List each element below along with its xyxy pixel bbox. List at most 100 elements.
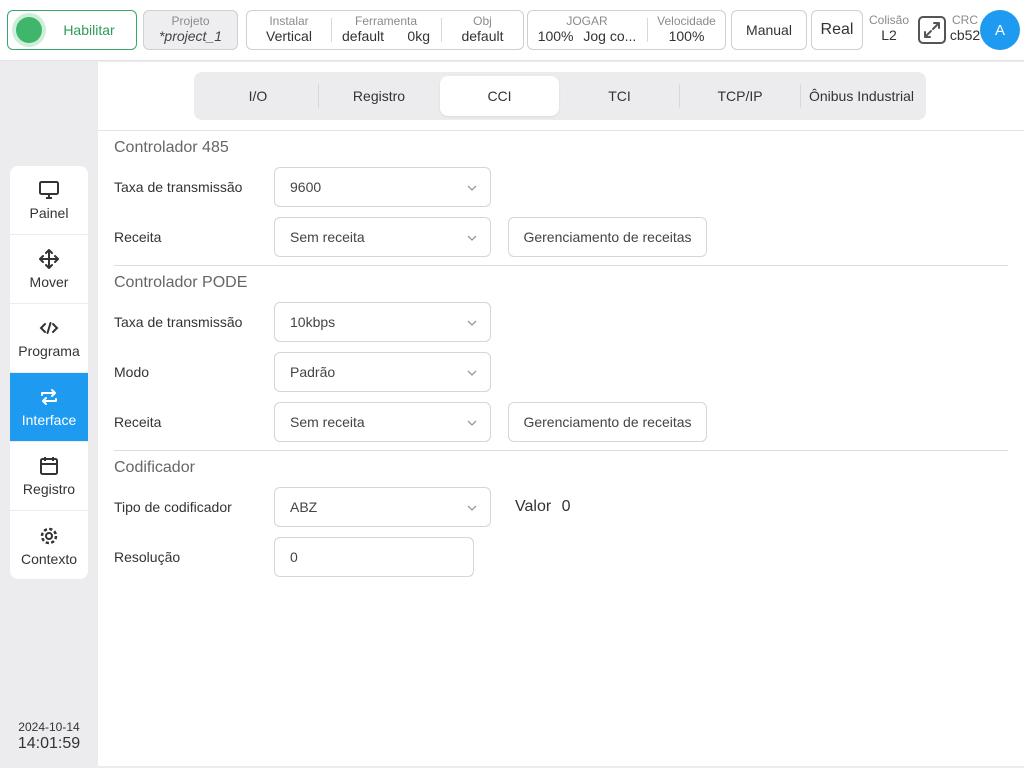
baud-rate-label: Taxa de transmissão	[114, 314, 243, 330]
top-bar: Habilitar Projeto *project_1 Instalar Ve…	[0, 0, 1024, 61]
real-label: Real	[820, 21, 854, 38]
chevron-down-icon	[467, 370, 477, 376]
tab-bar: I/O Registro CCI TCI TCP/IP Ônibus Indus…	[194, 72, 926, 120]
enable-label: Habilitar	[63, 22, 115, 38]
collision-info[interactable]: Colisão L2	[867, 14, 911, 44]
chevron-down-icon	[467, 420, 477, 426]
project-name: *project_1	[158, 28, 223, 44]
tab-label: Registro	[352, 88, 406, 104]
sidebar-item-label: Contexto	[20, 550, 78, 567]
jog-speed-panel[interactable]: JOGAR 100% Jog co... Velocidade 100%	[527, 10, 726, 50]
recipe-label: Receita	[114, 229, 162, 245]
enable-status-indicator	[16, 17, 42, 43]
recipe-label: Receita	[114, 414, 162, 430]
baud-rate-value: 10kbps	[290, 314, 336, 330]
chevron-down-icon	[467, 505, 477, 511]
baud-rate-value: 9600	[290, 179, 322, 195]
sidebar-item-label: Interface	[21, 412, 77, 428]
divider	[98, 130, 1024, 131]
tab-io[interactable]: I/O	[198, 76, 318, 116]
recipe-select[interactable]: Sem receita	[274, 402, 491, 442]
tab-onibus-industrial[interactable]: Ônibus Industrial	[801, 76, 922, 116]
recipe-value: Sem receita	[290, 229, 365, 245]
sidebar-item-painel[interactable]: Painel	[10, 166, 88, 235]
sidebar-item-mover[interactable]: Mover	[10, 235, 88, 304]
chevron-down-icon	[467, 185, 477, 191]
sidebar-item-programa[interactable]: Programa	[10, 304, 88, 373]
jog-segment[interactable]: JOGAR 100% Jog co...	[528, 11, 646, 49]
recipe-management-label: Gerenciamento de receitas	[523, 414, 692, 430]
resolution-input[interactable]	[274, 537, 474, 577]
tab-label: TCI	[608, 88, 631, 104]
avatar-letter: A	[994, 21, 1005, 39]
baud-rate-select[interactable]: 9600	[274, 167, 491, 207]
encoder-value-label: Valor	[515, 498, 552, 515]
recipe-value: Sem receita	[290, 414, 365, 430]
tab-label: CCI	[487, 88, 512, 104]
code-icon	[38, 317, 60, 339]
tool-weight: 0kg	[407, 28, 430, 44]
chevron-down-icon	[467, 235, 477, 241]
tab-cci[interactable]: CCI	[440, 76, 559, 116]
encoder-value-display: Valor 0	[515, 498, 571, 516]
real-mode-button[interactable]: Real	[811, 10, 863, 50]
date-text: 2024-10-14	[18, 720, 80, 734]
sidebar-nav: Painel Mover Programa Interface Registro…	[10, 166, 88, 579]
tab-tci[interactable]: TCI	[560, 76, 679, 116]
manual-label: Manual	[746, 22, 792, 38]
install-segment[interactable]: Instalar Vertical	[247, 11, 331, 49]
expand-icon[interactable]	[917, 15, 947, 45]
encoder-value: 0	[561, 498, 571, 515]
encoder-type-value: ABZ	[290, 499, 318, 515]
speed-segment[interactable]: Velocidade 100%	[648, 11, 725, 49]
monitor-icon	[38, 179, 60, 201]
sidebar-item-label: Registro	[22, 481, 76, 497]
install-caption: Instalar	[269, 14, 309, 28]
time-text: 14:01:59	[17, 735, 81, 752]
sidebar-item-label: Programa	[18, 343, 80, 359]
enable-button[interactable]: Habilitar	[7, 10, 137, 50]
recipe-management-button[interactable]: Gerenciamento de receitas	[508, 217, 707, 257]
jog-caption: JOGAR	[566, 14, 608, 28]
tab-tcp-ip[interactable]: TCP/IP	[680, 76, 800, 116]
tab-label: TCP/IP	[717, 88, 763, 104]
collision-value: L2	[881, 27, 897, 43]
crc-info: CRC cb52	[947, 14, 983, 44]
sidebar-item-contexto[interactable]: Contexto	[10, 511, 88, 579]
tab-label: Ônibus Industrial	[808, 88, 915, 104]
tab-registro[interactable]: Registro	[319, 76, 439, 116]
project-selector[interactable]: Projeto *project_1	[143, 10, 238, 50]
install-tool-obj-panel[interactable]: Instalar Vertical Ferramenta default 0kg…	[246, 10, 524, 50]
calendar-icon	[38, 455, 60, 477]
recipe-management-button[interactable]: Gerenciamento de receitas	[508, 402, 707, 442]
manual-mode-button[interactable]: Manual	[731, 10, 807, 50]
sidebar-item-interface[interactable]: Interface	[10, 373, 88, 442]
tab-label: I/O	[248, 88, 268, 104]
sidebar-item-label: Painel	[29, 205, 69, 221]
recipe-select[interactable]: Sem receita	[274, 217, 491, 257]
clock: 2024-10-14 14:01:59	[10, 720, 88, 753]
install-value: Vertical	[266, 28, 312, 44]
mode-select[interactable]: Padrão	[274, 352, 491, 392]
encoder-type-select[interactable]: ABZ	[274, 487, 491, 527]
obj-value: default	[461, 28, 504, 44]
obj-segment[interactable]: Obj default	[442, 11, 523, 49]
mode-value: Padrão	[290, 364, 336, 380]
resolution-label: Resolução	[114, 549, 181, 565]
mode-label: Modo	[114, 364, 150, 380]
user-avatar[interactable]: A	[980, 10, 1020, 50]
sidebar-item-registro[interactable]: Registro	[10, 442, 88, 511]
baud-rate-select[interactable]: 10kbps	[274, 302, 491, 342]
jog-percent: 100%	[537, 28, 574, 44]
interface-icon	[38, 386, 60, 408]
jog-mode: Jog co...	[583, 28, 637, 44]
tool-segment[interactable]: Ferramenta default 0kg	[332, 11, 440, 49]
collision-caption: Colisão	[868, 13, 910, 27]
move-icon	[38, 248, 60, 270]
speed-caption: Velocidade	[657, 14, 716, 28]
section-title-controlador-pode: Controlador PODE	[114, 274, 248, 291]
section-divider	[114, 265, 1008, 266]
speed-value: 100%	[668, 28, 705, 44]
tool-name: default	[342, 28, 385, 44]
crc-value: cb52	[949, 27, 981, 43]
